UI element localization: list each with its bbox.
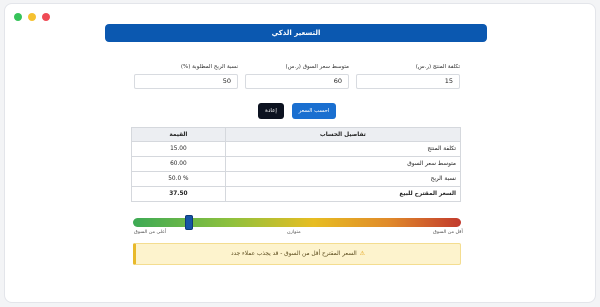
profit-margin-field-label: نسبة الربح المطلوبة (%) — [180, 64, 238, 70]
table-row: 15.00 تكلفة المنتج — [131, 141, 462, 157]
table-header-row: القيمة تفاصيل الحساب — [131, 127, 462, 142]
reset-button[interactable]: إعادة — [258, 103, 284, 119]
price-gauge-bar — [133, 218, 461, 227]
table-row: 50.0 % نسبة الربح — [131, 171, 462, 187]
calculation-table: القيمة تفاصيل الحساب 15.00 تكلفة المنتج … — [131, 127, 462, 202]
cost-label: تكلفة المنتج — [224, 141, 462, 157]
calculate-button[interactable]: احسب السعر — [292, 103, 336, 119]
value-column-header: القيمة — [131, 127, 226, 142]
market-price-label: متوسط سعر السوق — [224, 156, 462, 172]
alert-text: السعر المقترح أقل من السوق - قد يجذب عمل… — [231, 251, 357, 257]
window-close-button[interactable] — [42, 13, 50, 21]
gauge-label-balanced: متوازن — [287, 230, 301, 235]
price-gauge-marker — [184, 215, 193, 230]
gauge-label-above-market: أعلى من السوق — [134, 230, 167, 235]
table-row: 60.00 متوسط سعر السوق — [131, 156, 462, 172]
suggested-price-value: 37.50 — [131, 186, 226, 202]
gauge-label-below-market: أقل من السوق — [433, 230, 463, 235]
cost-input[interactable]: 15 — [356, 74, 460, 89]
details-column-header: تفاصيل الحساب — [224, 127, 462, 142]
window-maximize-button[interactable] — [14, 13, 22, 21]
total-row: 37.50 السعر المقترح للبيع — [131, 186, 462, 202]
cost-value: 15.00 — [131, 141, 226, 157]
window-minimize-button[interactable] — [28, 13, 36, 21]
profit-margin-label: نسبة الربح — [224, 171, 462, 187]
price-alert: ⚠السعر المقترح أقل من السوق - قد يجذب عم… — [133, 243, 461, 265]
market-price-value: 60.00 — [131, 156, 226, 172]
profit-margin-input[interactable]: 50 — [134, 74, 238, 89]
market-price-input[interactable]: 60 — [245, 74, 349, 89]
warning-icon: ⚠ — [359, 251, 365, 257]
market-price-field-label: متوسط سعر السوق (ر.س) — [285, 64, 349, 70]
profit-margin-value: 50.0 % — [131, 171, 226, 187]
cost-field-label: تكلفة المنتج (ر.س) — [415, 64, 460, 70]
suggested-price-label: السعر المقترح للبيع — [224, 186, 462, 202]
page-title: التسعير الذكي — [105, 24, 487, 42]
